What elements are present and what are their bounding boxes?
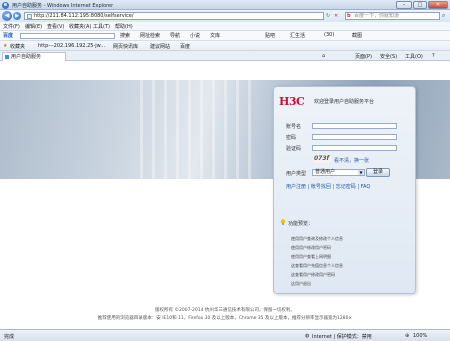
zoom-icon[interactable]: ⊕ [405,333,409,339]
toolbar-tieba[interactable]: 贴吧 [265,32,275,39]
search-input[interactable]: b 百度一下，你就知道 [345,12,440,20]
account-label: 账号名 [286,124,302,130]
back-icon[interactable]: ◀ [2,11,12,21]
toolbar-life[interactable]: 汇生活 [290,32,305,39]
features-caption: 功能预览： [288,221,314,227]
close-button[interactable]: ✕ [428,1,448,9]
favorites-star-icon: ★ [3,43,8,49]
login-panel: H3C 欢迎登录用户自助服务平台 账号名 密码 验证码 073f 看不清，换一张… [273,86,416,294]
home-icon[interactable]: ⌂ [322,53,325,59]
fav-item-baidu[interactable]: 百度 [180,43,190,50]
favorites-button[interactable]: 收藏夹 [10,43,25,50]
minimize-button[interactable]: – [396,1,412,9]
tab-label: 用户自助服务 [11,54,42,60]
url-input[interactable]: http://211.84.112.195:8080/selfservice/ [24,12,324,20]
toolbar-url-search[interactable]: 网址检索 [140,32,160,39]
usertype-label: 用户类型 [286,171,307,177]
cmd-safety[interactable]: 安全(S) [380,53,397,60]
maximize-button[interactable]: □ [413,1,427,9]
window-title: 用户自助服务 - Windows Internet Explorer [12,3,114,9]
toolbar-wenku[interactable]: 文库 [210,32,220,39]
toolbar-novel[interactable]: 小说 [190,32,200,39]
h3c-logo: H3C [279,95,305,108]
captcha-image: 073f [313,155,331,163]
forward-icon[interactable]: ▶ [13,12,21,20]
menu-view[interactable]: 查看(V) [47,23,64,30]
search-go-icon[interactable]: ⌕ [442,12,445,20]
baidu-toolbar: 百度 搜索 网址检索 导航 小说 文库 贴吧 汇生活 (30) 截图 [0,31,450,41]
account-input[interactable] [312,123,397,129]
url-text: http://211.84.112.195:8080/selfservice/ [34,13,134,19]
tab-selfservice[interactable]: 用户自助服务 [2,52,66,61]
page-icon [27,14,32,19]
login-button[interactable]: 登录 [366,168,390,177]
security-zone: Internet | 保护模式：禁用 [312,334,372,340]
password-input[interactable] [312,134,397,140]
toolbar-search-input[interactable] [20,33,115,39]
search-placeholder: 百度一下，你就知道 [354,13,400,19]
menu-help[interactable]: 帮助(H) [115,23,133,30]
status-text: 完成 [4,334,15,340]
lightbulb-icon [280,219,286,225]
fav-item-suggested[interactable]: 建议网站 [150,43,170,50]
feature-item: 这查看用户修改用户密码 [291,272,335,277]
login-title: 欢迎登录用户自助服务平台 [314,99,375,105]
feature-item: 使用用户修改用户密码 [291,245,331,250]
zoom-level[interactable]: 100% [413,333,427,339]
password-label: 密码 [286,135,297,141]
code-label: 验证码 [286,146,302,152]
toolbar-nav[interactable]: 导航 [170,32,180,39]
menu-edit[interactable]: 编辑(E) [25,23,42,30]
usertype-value: 普通用户 [315,169,336,175]
code-input[interactable] [312,145,397,151]
cmd-tools[interactable]: 工具(O) [405,53,423,60]
tab-bar: 用户自助服务 ⌂ 页面(P) 安全(S) 工具(O) ? [0,51,450,61]
cmd-page[interactable]: 页面(P) [355,53,372,60]
help-icon[interactable]: ? [432,53,435,59]
feature-item: 这查看用户充值信息个人信息 [291,263,343,268]
browser-recommendation-text: 推荐使用的浏览器目录版本：安 IE10和 11，Firefox 30 及以上版本… [97,316,353,321]
baidu-icon: b [347,13,351,19]
window-title-bar: e 用户自助服务 - Windows Internet Explorer – □… [0,0,450,10]
stop-icon[interactable]: ✕ [334,13,338,19]
menu-file[interactable]: 文件(F) [3,23,20,30]
address-bar: ◀ ▶ http://211.84.112.195:8080/selfservi… [0,10,450,22]
toolbar-search[interactable]: 搜索 [120,32,130,39]
refresh-captcha-link[interactable]: 看不清，换一张 [334,157,369,164]
status-bar: 完成 ◍ Internet | 保护模式：禁用 ⊕ 100% [0,329,450,341]
ie-logo-icon: e [2,2,9,9]
chevron-down-icon: ▼ [358,170,364,175]
toolbar-mail-count[interactable]: (30) [324,32,334,38]
feature-item: 这用户退出 [291,281,311,286]
menu-favorites[interactable]: 收藏夹(A) [69,23,91,30]
toolbar-screenshot[interactable]: 截图 [352,32,362,39]
favorites-bar: ★ 收藏夹 http---202.196.192.25-jw... 网页快讯库 … [0,41,450,51]
usertype-select[interactable]: 普通用户 ▼ [312,169,365,176]
fav-item-jw[interactable]: http---202.196.192.25-jw... [38,43,105,49]
copyright-text: 版权所有 ©2007-2014 杭州华三通信技术有限公司，保留一切权利。 [155,308,295,313]
baidu-brand: 百度 [3,33,14,39]
account-links[interactable]: 用户注册 | 帐号找回 | 忘记密码 | FAQ [286,183,370,190]
feature-item: 使用用户查询及修改个人信息 [291,236,343,241]
tab-page-icon [5,55,9,59]
feature-item: 使用用户查看上网明细 [291,254,331,259]
menu-bar: 文件(F) 编辑(E) 查看(V) 收藏夹(A) 工具(T) 帮助(H) [0,22,450,31]
menu-tools[interactable]: 工具(T) [93,23,110,30]
globe-icon: ◍ [305,333,310,339]
fav-item-webslice[interactable]: 网页快讯库 [113,43,138,50]
refresh-icon[interactable]: ↻ [326,13,330,19]
